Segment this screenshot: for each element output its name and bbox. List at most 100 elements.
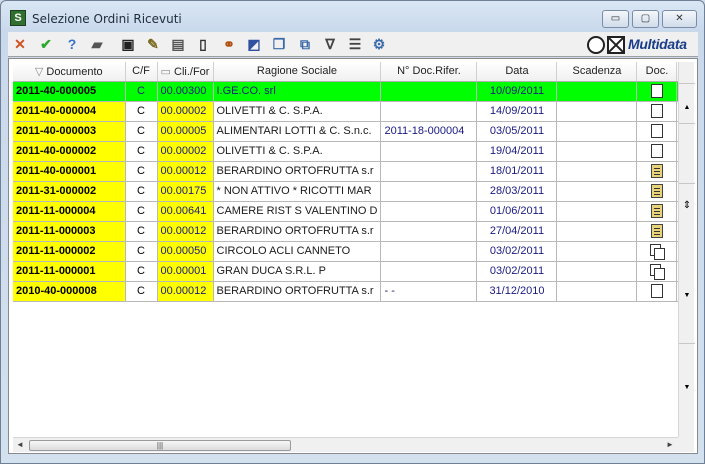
cell-documento[interactable]: 2011-11-000003 (13, 221, 126, 242)
close-button[interactable]: ✕ (662, 10, 697, 28)
copy-document-icon[interactable] (649, 244, 665, 260)
cell-data[interactable]: 03/02/2011 (476, 241, 558, 262)
cell-scadenza[interactable] (556, 141, 638, 162)
cell-scadenza[interactable] (556, 101, 638, 122)
cell-scadenza[interactable] (556, 241, 638, 262)
binoculars-icon[interactable]: ▣ (119, 35, 137, 53)
cell-cf[interactable]: C (125, 121, 158, 142)
cell-documento[interactable]: 2011-40-000002 (13, 141, 126, 162)
ruler-icon[interactable]: ◩ (245, 35, 263, 53)
maximize-button[interactable]: ▢ (632, 10, 659, 28)
cell-cli[interactable]: 00.00002 (157, 141, 214, 162)
col-ragione[interactable]: Ragione Sociale (213, 62, 382, 82)
cell-nref[interactable]: - - (380, 281, 478, 302)
col-data[interactable]: Data (476, 62, 558, 82)
cell-doc[interactable] (636, 121, 678, 142)
scroll-right-arrow[interactable]: ► (663, 440, 677, 451)
clipboard-icon[interactable] (650, 184, 663, 198)
settings-icon[interactable]: ⚙ (370, 35, 388, 53)
table-row[interactable]: 2011-40-000001 C 00.00012 BERARDINO ORTOFRU… (13, 161, 690, 182)
cell-nref[interactable] (380, 181, 478, 202)
cell-doc[interactable] (636, 81, 678, 102)
document-icon[interactable] (650, 284, 663, 298)
cell-scadenza[interactable] (556, 261, 638, 282)
minimize-button[interactable]: ▭ (602, 10, 629, 28)
col-documento[interactable]: ▽ Documento (13, 62, 126, 82)
cell-ragione[interactable]: BERARDINO ORTOFRUTTA s.r (213, 281, 382, 302)
cell-cli[interactable]: 00.00300 (157, 81, 214, 102)
cell-data[interactable]: 01/06/2011 (476, 201, 558, 222)
scroll-up-arrow[interactable]: ▲ (679, 104, 695, 111)
cell-cli[interactable]: 00.00005 (157, 121, 214, 142)
cell-cli[interactable]: 00.00001 (157, 261, 214, 282)
print-preview-icon[interactable]: ▤ (169, 35, 187, 53)
cell-data[interactable]: 18/01/2011 (476, 161, 558, 182)
cell-cf[interactable]: C (125, 101, 158, 122)
cell-doc[interactable] (636, 141, 678, 162)
cell-cf[interactable]: C (125, 81, 158, 102)
list-icon[interactable]: ☰ (346, 35, 364, 53)
cell-ragione[interactable]: CIRCOLO ACLI CANNETO (213, 241, 382, 262)
cell-ragione[interactable]: BERARDINO ORTOFRUTTA s.r (213, 221, 382, 242)
cell-ragione[interactable]: OLIVETTI & C. S.P.A. (213, 101, 382, 122)
scroll-updown-arrow[interactable]: ⇕ (679, 200, 695, 211)
document-icon[interactable] (650, 124, 663, 138)
cell-cli[interactable]: 00.00002 (157, 101, 214, 122)
cell-doc[interactable] (636, 281, 678, 302)
vertical-scrollbar[interactable]: ▲ ⇕ ▼ ▼ (678, 62, 695, 441)
confirm-icon[interactable]: ✔ (37, 35, 55, 53)
document-icon[interactable] (650, 104, 663, 118)
cell-nref[interactable] (380, 81, 478, 102)
title-bar[interactable]: S Selezione Ordini Ricevuti ▭ ▢ ✕ (1, 1, 704, 31)
cell-data[interactable]: 03/02/2011 (476, 261, 558, 282)
cell-data[interactable]: 14/09/2011 (476, 101, 558, 122)
scroll-thumb[interactable]: ||| (29, 440, 291, 451)
new-document-icon[interactable]: ▯ (194, 35, 212, 53)
cell-scadenza[interactable] (556, 161, 638, 182)
cell-documento[interactable]: 2011-40-000005 (13, 81, 126, 102)
cell-documento[interactable]: 2010-40-000008 (13, 281, 126, 302)
scroll-left-arrow[interactable]: ◄ (13, 440, 27, 451)
cell-cli[interactable]: 00.00175 (157, 181, 214, 202)
cell-data[interactable]: 03/05/2011 (476, 121, 558, 142)
cell-data[interactable]: 19/04/2011 (476, 141, 558, 162)
cell-nref[interactable] (380, 241, 478, 262)
cell-cli[interactable]: 00.00012 (157, 281, 214, 302)
cell-cf[interactable]: C (125, 181, 158, 202)
cell-documento[interactable]: 2011-11-000001 (13, 261, 126, 282)
cell-documento[interactable]: 2011-31-000002 (13, 181, 126, 202)
cell-doc[interactable] (636, 241, 678, 262)
cell-data[interactable]: 28/03/2011 (476, 181, 558, 202)
cell-ragione[interactable]: * NON ATTIVO * RICOTTI MAR (213, 181, 382, 202)
cell-scadenza[interactable] (556, 181, 638, 202)
copy-document-icon[interactable] (649, 264, 665, 280)
cell-cli[interactable]: 00.00641 (157, 201, 214, 222)
edit-icon[interactable]: ✎ (144, 35, 162, 53)
cell-cli[interactable]: 00.00012 (157, 161, 214, 182)
clipboard-icon[interactable] (650, 204, 663, 218)
table-row[interactable]: 2011-40-000004 C 00.00002 OLIVETTI & C. S.P… (13, 101, 690, 122)
app-icon[interactable]: S (10, 10, 26, 26)
document-icon[interactable] (650, 84, 663, 98)
cell-cf[interactable]: C (125, 241, 158, 262)
table-row[interactable]: 2011-11-000001 C 00.00001 GRAN DUCA S.R.L. … (13, 261, 690, 282)
cell-doc[interactable] (636, 201, 678, 222)
export-icon[interactable]: ⧉ (296, 35, 314, 53)
cancel-icon[interactable]: ✕ (11, 35, 29, 53)
table-row[interactable]: 2011-11-000002 C 00.00050 CIRCOLO ACLI CANN… (13, 241, 690, 262)
col-cli[interactable]: ▭ Cli./For (157, 62, 214, 82)
cell-nref[interactable] (380, 201, 478, 222)
cell-data[interactable]: 27/04/2011 (476, 221, 558, 242)
col-doc[interactable]: Doc. (636, 62, 678, 82)
help-icon[interactable]: ? (63, 35, 81, 53)
cell-ragione[interactable]: BERARDINO ORTOFRUTTA s.r (213, 161, 382, 182)
cell-documento[interactable]: 2011-11-000004 (13, 201, 126, 222)
cell-nref[interactable] (380, 161, 478, 182)
table-row[interactable]: 2010-40-000008 C 00.00012 BERARDINO ORTOFRU… (13, 281, 690, 302)
scroll-down-arrow-2[interactable]: ▼ (679, 384, 695, 391)
cell-data[interactable]: 31/12/2010 (476, 281, 558, 302)
cell-documento[interactable]: 2011-40-000004 (13, 101, 126, 122)
cell-ragione[interactable]: I.GE.CO. srl (213, 81, 382, 102)
cell-doc[interactable] (636, 181, 678, 202)
cell-scadenza[interactable] (556, 201, 638, 222)
